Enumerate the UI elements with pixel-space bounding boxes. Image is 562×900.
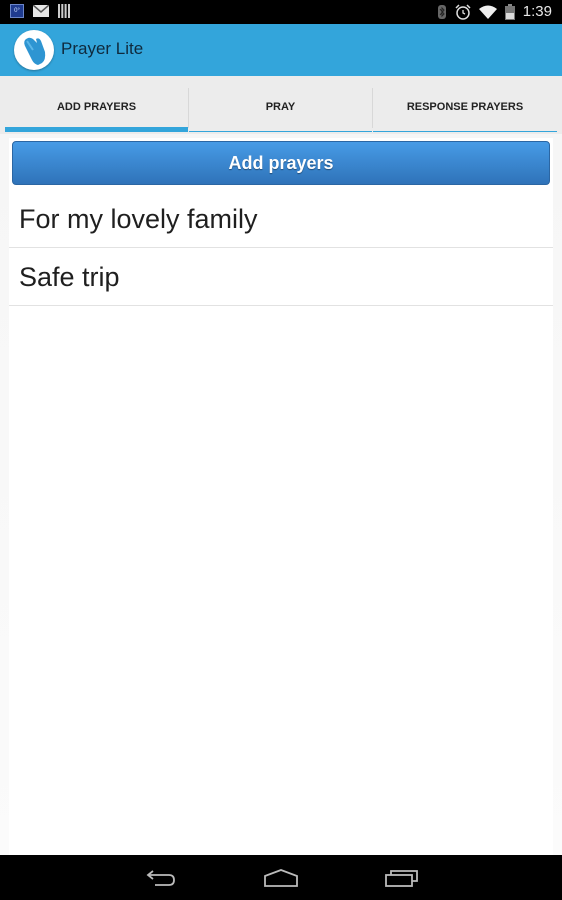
home-button[interactable] <box>261 865 301 891</box>
tab-add-prayers[interactable]: ADD PRAYERS <box>5 88 188 132</box>
status-bar: 0° 1:39 <box>0 0 562 24</box>
tab-label: ADD PRAYERS <box>56 101 137 113</box>
list-item[interactable]: For my lovely family <box>9 190 553 248</box>
tab-indicator <box>189 131 372 132</box>
tab-response-prayers[interactable]: RESPONSE PRAYERS <box>373 88 557 132</box>
tab-pray[interactable]: PRAY <box>189 88 372 132</box>
add-prayers-button[interactable]: Add prayers <box>12 141 550 185</box>
prayer-panel: Add prayers For my lovely family Safe tr… <box>9 138 553 855</box>
tab-label: PRAY <box>265 101 296 113</box>
gmail-icon <box>33 5 49 17</box>
content-area: Add prayers For my lovely family Safe tr… <box>0 134 562 855</box>
recent-apps-icon <box>385 870 418 887</box>
weather-widget-icon: 0° <box>10 4 24 18</box>
navigation-bar <box>0 855 562 900</box>
signal-bars-icon <box>58 4 70 18</box>
tab-indicator <box>5 127 188 132</box>
action-bar: Prayer Lite <box>0 24 562 76</box>
tab-indicator <box>373 131 557 132</box>
bluetooth-icon <box>437 5 446 19</box>
alarm-icon <box>455 4 471 20</box>
clock: 1:39 <box>522 3 552 20</box>
back-icon <box>146 870 175 886</box>
app-icon[interactable] <box>14 30 54 70</box>
praying-hands-icon <box>24 37 46 65</box>
battery-charging-icon <box>504 4 515 20</box>
wifi-icon <box>478 5 497 19</box>
tab-label: RESPONSE PRAYERS <box>406 101 524 113</box>
back-button[interactable] <box>141 865 181 891</box>
tab-bar: ADD PRAYERS PRAY RESPONSE PRAYERS <box>0 76 562 134</box>
app-title: Prayer Lite <box>61 39 144 58</box>
home-icon <box>264 869 298 887</box>
prayer-list: For my lovely family Safe trip <box>9 190 553 306</box>
recent-apps-button[interactable] <box>382 865 422 891</box>
list-item[interactable]: Safe trip <box>9 248 553 306</box>
